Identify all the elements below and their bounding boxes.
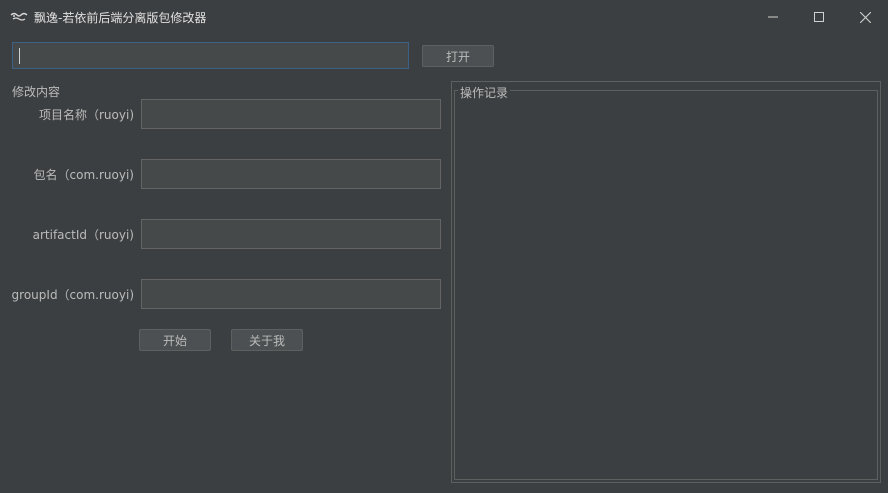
text-caret	[19, 48, 20, 64]
start-button[interactable]: 开始	[139, 329, 211, 351]
package-name-label: 包名（com.ruoyi)	[33, 168, 134, 182]
maximize-button[interactable]	[796, 0, 842, 34]
window-title: 飘逸-若依前后端分离版包修改器	[34, 11, 207, 25]
log-textarea[interactable]	[456, 99, 876, 477]
open-button[interactable]: 打开	[422, 45, 494, 67]
path-input[interactable]	[12, 42, 409, 69]
project-name-input[interactable]	[141, 99, 441, 129]
main-window: 飘逸-若依前后端分离版包修改器 打开 修改内容 项目名称（ruoyi) 包名（c…	[0, 0, 888, 493]
minimize-button[interactable]	[750, 0, 796, 34]
close-icon	[859, 11, 871, 23]
minimize-icon	[768, 12, 778, 22]
artifact-id-input[interactable]	[141, 219, 441, 249]
maximize-icon	[814, 12, 824, 22]
package-name-input[interactable]	[141, 159, 441, 189]
section-title: 修改内容	[12, 85, 61, 99]
group-id-label: groupId（com.ruoyi)	[11, 288, 134, 302]
close-button[interactable]	[842, 0, 888, 34]
app-logo-icon	[10, 11, 28, 23]
about-button[interactable]: 关于我	[231, 329, 303, 351]
project-name-label: 项目名称（ruoyi)	[39, 108, 134, 122]
group-id-input[interactable]	[141, 279, 441, 309]
artifact-id-label: artifactId（ruoyi)	[32, 228, 134, 242]
title-bar[interactable]: 飘逸-若依前后端分离版包修改器	[0, 0, 888, 34]
